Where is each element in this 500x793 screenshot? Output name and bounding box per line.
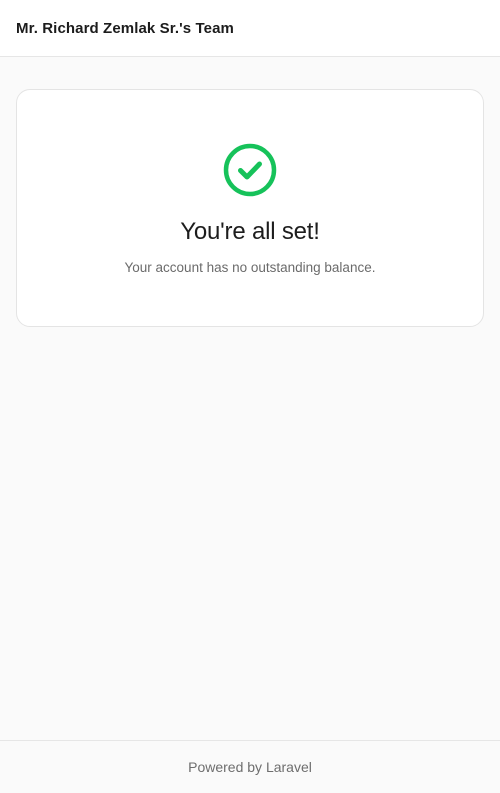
status-card: You're all set! Your account has no outs… [16, 89, 484, 327]
status-title: You're all set! [180, 218, 320, 245]
team-name: Mr. Richard Zemlak Sr.'s Team [16, 19, 234, 37]
page-header: Mr. Richard Zemlak Sr.'s Team [0, 0, 500, 57]
status-message: Your account has no outstanding balance. [124, 260, 376, 275]
powered-by-text: Powered by Laravel [188, 759, 312, 775]
page-footer: Powered by Laravel [0, 740, 500, 793]
check-circle-icon [223, 143, 277, 197]
billing-portal-page: Mr. Richard Zemlak Sr.'s Team You're all… [0, 0, 500, 793]
